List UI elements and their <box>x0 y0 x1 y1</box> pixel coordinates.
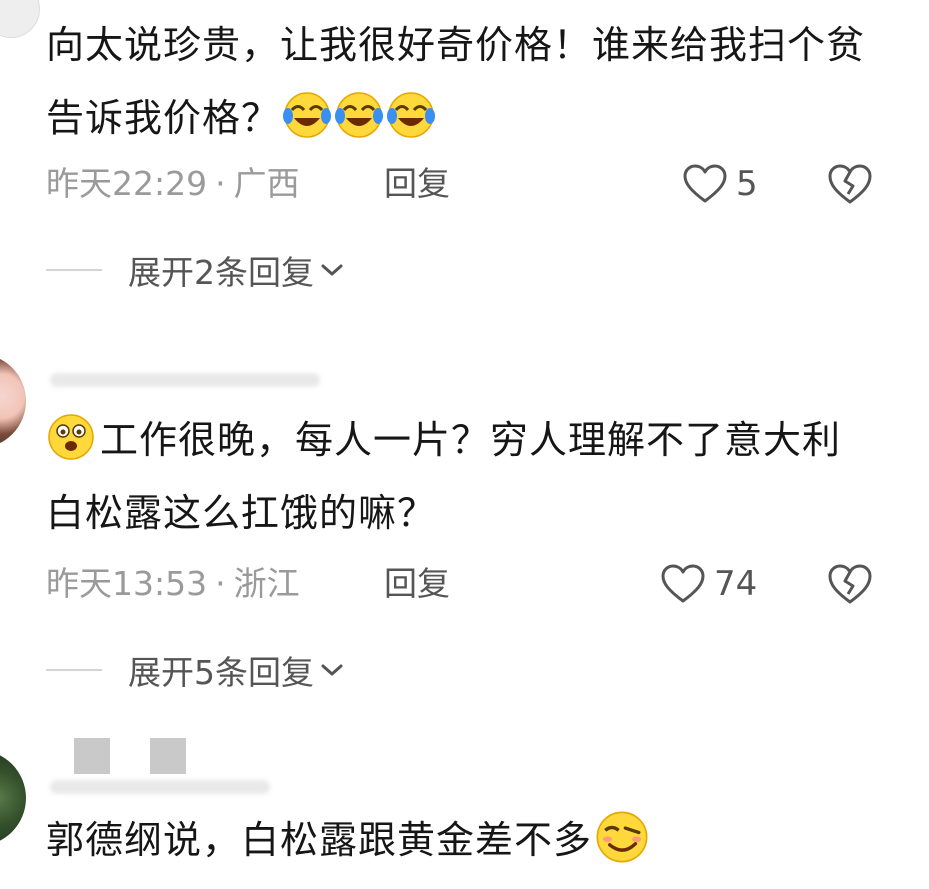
comment-meta: 昨天13:53 · 浙江 <box>46 564 300 604</box>
comment-text-content: 向太说珍贵，让我很好奇价格！谁来给我扫个贫告诉我价格？ <box>46 23 866 140</box>
comment-location: 浙江 <box>233 564 300 603</box>
laugh-cry-icon <box>282 90 332 140</box>
reply-button[interactable]: 回复 <box>384 564 450 604</box>
chevron-down-icon <box>321 664 343 676</box>
comment-time: 昨天22:29 <box>46 164 208 203</box>
divider-line <box>46 669 102 671</box>
comment-text: 工作很晚，每人一片？穷人理解不了意大利白松露这么扛饿的嘛？ <box>46 404 876 550</box>
username-mosaic <box>150 738 186 774</box>
heart-outline-icon <box>661 564 705 603</box>
comment-text-content: 郭德纲说，白松露跟黄金差不多 <box>46 818 593 862</box>
broken-heart-icon <box>828 564 872 604</box>
username-blurred <box>50 780 270 794</box>
comment-time: 昨天13:53 <box>46 564 208 603</box>
shocked-face-icon <box>46 412 96 462</box>
username-mosaic <box>74 738 110 774</box>
smirk-face-icon <box>594 809 650 865</box>
meta-separator: · <box>215 564 226 603</box>
meta-separator: · <box>215 164 226 203</box>
expand-replies-label: 展开5条回复 <box>128 653 314 692</box>
expand-replies[interactable]: 展开5条回复 <box>46 650 344 692</box>
reply-button[interactable]: 回复 <box>384 164 450 204</box>
avatar[interactable] <box>0 750 26 846</box>
broken-heart-icon <box>828 164 872 204</box>
comment-meta: 昨天22:29 · 广西 <box>46 164 300 204</box>
comment-item: 向太说珍贵，让我很好奇价格！谁来给我扫个贫告诉我价格？ 昨天22:29 · 广西 回… <box>0 0 929 300</box>
like-button[interactable]: 74 <box>660 562 757 606</box>
like-count: 5 <box>736 164 758 204</box>
divider-line <box>46 269 102 271</box>
username-blurred <box>50 373 320 387</box>
expand-replies-label: 展开2条回复 <box>128 253 314 292</box>
comment-item: 工作很晚，每人一片？穷人理解不了意大利白松露这么扛饿的嘛？ 昨天13:53 · 浙江… <box>0 340 929 700</box>
comment-item: 郭德纲说，白松露跟黄金差不多 <box>0 730 929 872</box>
dislike-button[interactable] <box>826 162 874 206</box>
dislike-button[interactable] <box>826 562 874 606</box>
laugh-cry-icon <box>334 90 384 140</box>
like-button[interactable]: 5 <box>682 162 758 206</box>
comment-text: 郭德纲说，白松露跟黄金差不多 <box>46 804 876 877</box>
laugh-cry-icon <box>386 90 436 140</box>
expand-replies[interactable]: 展开2条回复 <box>46 250 344 292</box>
chevron-down-icon <box>321 264 343 276</box>
comment-location: 广西 <box>233 164 300 203</box>
avatar[interactable] <box>0 354 26 448</box>
comment-text: 向太说珍贵，让我很好奇价格！谁来给我扫个贫告诉我价格？ <box>46 9 876 155</box>
heart-outline-icon <box>683 164 727 203</box>
comment-text-content: 工作很晚，每人一片？穷人理解不了意大利白松露这么扛饿的嘛？ <box>46 418 842 535</box>
like-count: 74 <box>714 564 758 604</box>
avatar[interactable] <box>0 0 40 38</box>
